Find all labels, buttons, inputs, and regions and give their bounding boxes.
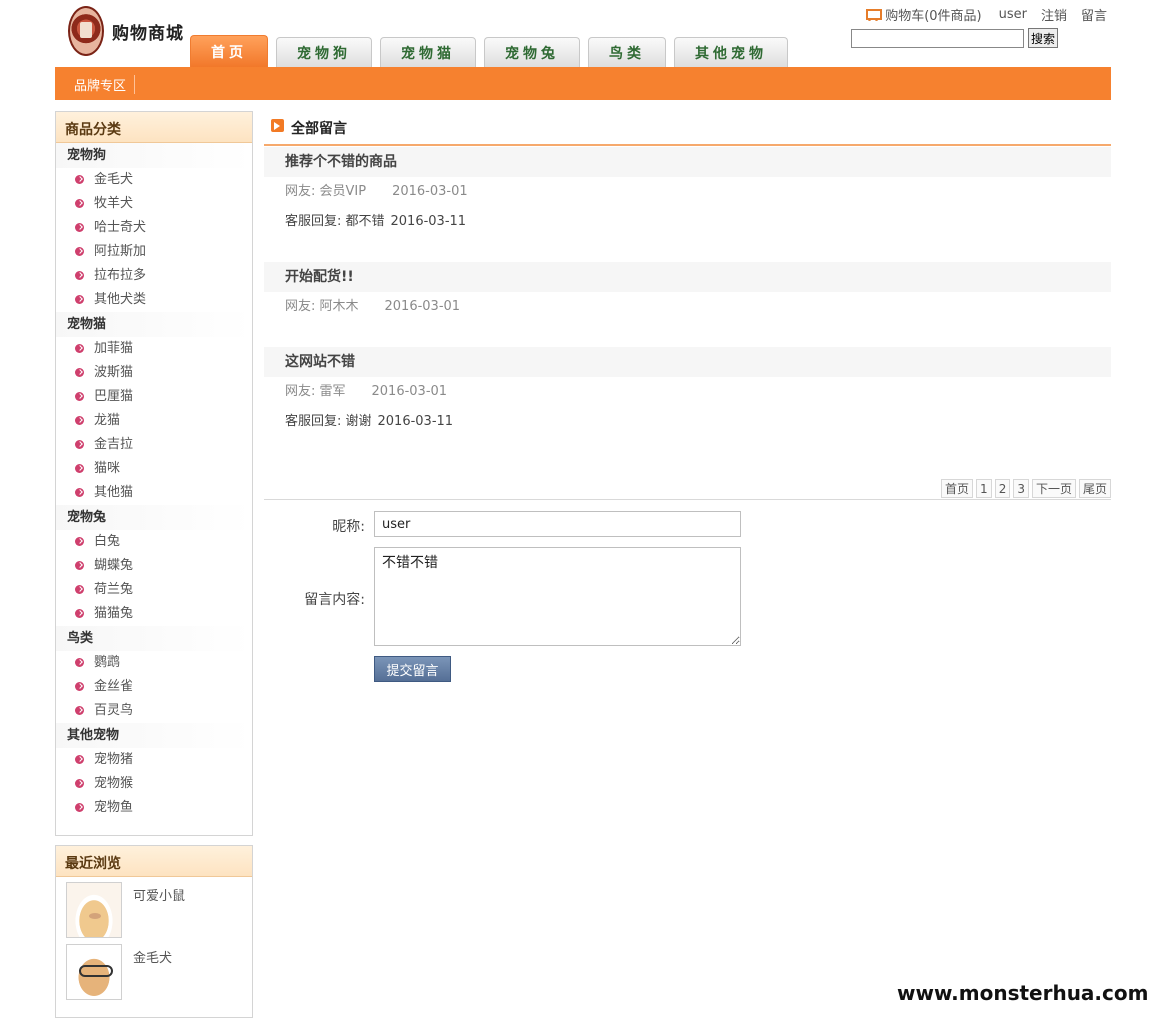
message-author: 网友: 雷军 — [285, 384, 346, 399]
cart-link[interactable]: 购物车(0件商品) — [885, 5, 981, 24]
message-date: 2016-03-01 — [371, 384, 448, 399]
reply-text: 客服回复: 谢谢 — [285, 414, 372, 429]
category-item[interactable]: 拉布拉多 — [56, 264, 252, 288]
message-item: 开始配货!! 网友: 阿木木 2016-03-01 — [264, 262, 1111, 322]
user-toolbar: 购物车(0件商品) user 注销 留言 — [864, 5, 1107, 24]
logout-link[interactable]: 注销 — [1041, 5, 1067, 24]
category-panel-title: 商品分类 — [56, 112, 252, 143]
category-item[interactable]: 荷兰兔 — [56, 578, 252, 602]
category-item[interactable]: 猫猫兔 — [56, 602, 252, 626]
recent-item[interactable]: 可爱小鼠 — [56, 877, 252, 941]
reply-date: 2016-03-11 — [377, 414, 454, 429]
recent-item-name[interactable]: 可爱小鼠 — [133, 885, 185, 937]
category-item[interactable]: 蝴蝶兔 — [56, 554, 252, 578]
message-meta: 网友: 雷军 2016-03-01 — [264, 377, 1111, 407]
tab-other-pets[interactable]: 其他宠物 — [674, 37, 788, 67]
logo-seal-icon — [68, 6, 104, 56]
watermark-text: www.monsterhua.com — [897, 981, 1149, 1005]
brand-zone-link[interactable]: 品牌专区 — [74, 75, 136, 94]
pager-first[interactable]: 首页 — [941, 479, 974, 498]
message-meta: 网友: 会员VIP 2016-03-01 — [264, 177, 1111, 207]
message-title: 推荐个不错的商品 — [264, 147, 1111, 177]
category-group-title[interactable]: 宠物狗 — [56, 143, 252, 168]
submit-message-button[interactable]: 提交留言 — [374, 656, 451, 682]
content-textarea[interactable]: 不错不错 — [374, 547, 741, 646]
reply-text: 客服回复: 都不错 — [285, 214, 385, 229]
nickname-label: 昵称: — [332, 519, 365, 535]
recent-item-name[interactable]: 金毛犬 — [133, 947, 172, 1001]
user-link[interactable]: user — [999, 7, 1027, 22]
message-date: 2016-03-01 — [392, 184, 468, 199]
recent-panel-title: 最近浏览 — [56, 846, 252, 877]
message-meta: 网友: 阿木木 2016-03-01 — [264, 292, 1111, 322]
category-group-title[interactable]: 鸟类 — [56, 626, 252, 651]
pager-page-1[interactable]: 1 — [976, 479, 992, 498]
site-logo[interactable]: 购物商城 — [68, 3, 188, 59]
message-reply: 客服回复: 都不错 2016-03-11 — [264, 207, 1111, 237]
category-item[interactable]: 猫咪 — [56, 457, 252, 481]
category-item[interactable]: 波斯猫 — [56, 361, 252, 385]
pager-page-3[interactable]: 3 — [1013, 479, 1029, 498]
recent-panel: 最近浏览 可爱小鼠 金毛犬 — [55, 845, 253, 1018]
tab-dogs[interactable]: 宠物狗 — [276, 37, 372, 67]
category-item[interactable]: 白兔 — [56, 530, 252, 554]
message-item: 这网站不错 网友: 雷军 2016-03-01 客服回复: 谢谢 2016-03-1… — [264, 347, 1111, 437]
category-item[interactable]: 哈士奇犬 — [56, 216, 252, 240]
search-button[interactable]: 搜索 — [1028, 28, 1059, 48]
search-input[interactable] — [851, 28, 1024, 48]
category-group-title[interactable]: 宠物兔 — [56, 505, 252, 530]
messages-header: 全部留言 — [264, 115, 1111, 146]
category-item[interactable]: 百灵鸟 — [56, 699, 252, 723]
guestbook-link[interactable]: 留言 — [1081, 5, 1107, 24]
category-item[interactable]: 金吉拉 — [56, 433, 252, 457]
category-item[interactable]: 巴厘猫 — [56, 385, 252, 409]
message-title: 这网站不错 — [264, 347, 1111, 377]
message-author: 网友: 阿木木 — [285, 299, 359, 314]
category-panel: 商品分类 宠物狗 金毛犬 牧羊犬 哈士奇犬 阿拉斯加 拉布拉多 其他犬类 宠物猫 加菲猫 波斯猫巴… — [55, 111, 253, 836]
cart-icon — [864, 8, 883, 21]
category-item[interactable]: 加菲猫 — [56, 337, 252, 361]
category-item[interactable]: 宠物猴 — [56, 772, 252, 796]
category-list: 宠物狗 金毛犬 牧羊犬 哈士奇犬 阿拉斯加 拉布拉多 其他犬类 宠物猫 加菲猫 波斯猫 巴厘猫 龙猫金… — [56, 143, 252, 820]
nickname-input[interactable] — [374, 511, 741, 537]
category-item[interactable]: 金毛犬 — [56, 168, 252, 192]
sub-nav-bar: 品牌专区 — [55, 67, 1111, 100]
tab-rabbits[interactable]: 宠物兔 — [484, 37, 580, 67]
golden-retriever-thumbnail[interactable] — [66, 944, 122, 1000]
tab-home[interactable]: 首页 — [190, 35, 268, 67]
category-item[interactable]: 鹦鹉 — [56, 651, 252, 675]
category-group-title[interactable]: 其他宠物 — [56, 723, 252, 748]
pagination: 首页 1 2 3 下一页 尾页 — [264, 478, 1111, 500]
category-item[interactable]: 其他犬类 — [56, 288, 252, 312]
category-item[interactable]: 阿拉斯加 — [56, 240, 252, 264]
category-item[interactable]: 宠物鱼 — [56, 796, 252, 820]
arrow-right-icon — [271, 119, 284, 132]
logo-text: 购物商城 — [112, 23, 184, 44]
guinea-pig-thumbnail[interactable] — [66, 882, 122, 938]
category-group-title[interactable]: 宠物猫 — [56, 312, 252, 337]
pager-page-2[interactable]: 2 — [994, 479, 1011, 498]
category-item[interactable]: 金丝雀 — [56, 675, 252, 699]
category-item[interactable]: 宠物猪 — [56, 748, 252, 772]
main-nav-tabs: 首页 宠物狗 宠物猫 宠物兔 鸟类 其他宠物 — [190, 35, 796, 67]
messages-title: 全部留言 — [291, 121, 347, 137]
category-item[interactable]: 龙猫 — [56, 409, 252, 433]
message-date: 2016-03-01 — [384, 299, 461, 314]
message-author: 网友: 会员VIP — [285, 184, 367, 199]
category-item[interactable]: 其他猫 — [56, 481, 252, 505]
pager-last[interactable]: 尾页 — [1078, 479, 1111, 498]
search-form: 搜索 — [851, 28, 1059, 48]
message-reply: 客服回复: 谢谢 2016-03-11 — [264, 407, 1111, 437]
reply-date: 2016-03-11 — [390, 214, 467, 229]
recent-item[interactable]: 金毛犬 — [56, 941, 252, 1005]
tab-birds[interactable]: 鸟类 — [588, 37, 666, 67]
tab-cats[interactable]: 宠物猫 — [380, 37, 476, 67]
content-label: 留言内容: — [304, 592, 365, 608]
message-title: 开始配货!! — [264, 262, 1111, 292]
category-item[interactable]: 牧羊犬 — [56, 192, 252, 216]
message-item: 推荐个不错的商品 网友: 会员VIP 2016-03-01 客服回复: 都不错 20… — [264, 147, 1111, 237]
pager-next[interactable]: 下一页 — [1031, 479, 1076, 498]
